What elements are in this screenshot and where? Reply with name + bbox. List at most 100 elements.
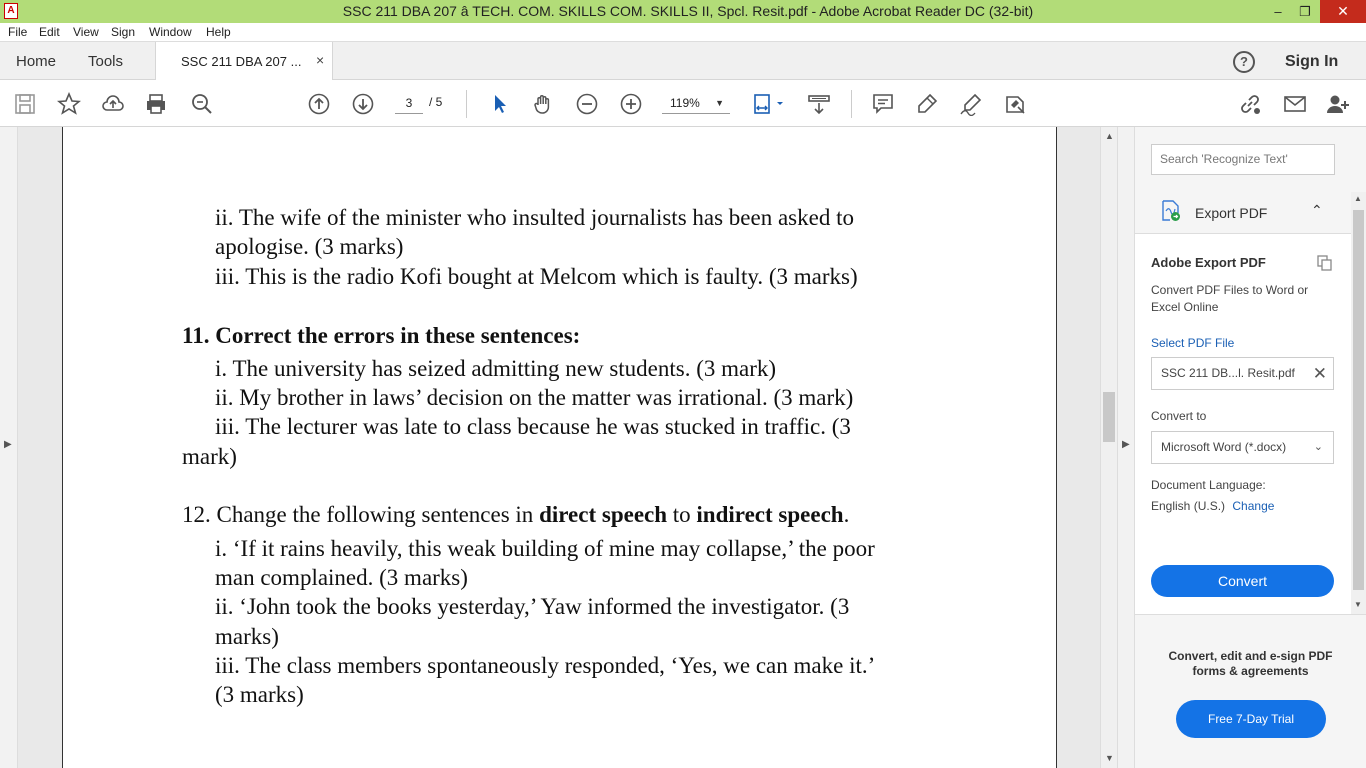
more-tools-icon[interactable]	[1003, 92, 1027, 116]
menu-help[interactable]: Help	[206, 25, 231, 39]
doc-line-12-ii-cont: marks)	[215, 624, 279, 649]
expand-left-pane-icon[interactable]: ▶	[4, 439, 12, 450]
toolbar-divider	[851, 90, 852, 118]
zoom-level-value: 119%	[670, 96, 700, 110]
export-pdf-header[interactable]: Export PDF ⌃	[1135, 192, 1351, 234]
free-trial-button[interactable]: Free 7-Day Trial	[1176, 700, 1326, 738]
print-icon[interactable]	[144, 92, 168, 116]
document-language-value: English (U.S.)	[1151, 499, 1226, 513]
toolbar-divider	[466, 90, 467, 118]
doc-heading-12: 12. Change the following sentences in di…	[182, 502, 849, 528]
right-tools-pane: Search 'Recognize Text' Export PDF ⌃ Ado…	[1135, 127, 1366, 768]
document-viewport[interactable]: ii. The wife of the minister who insulte…	[18, 127, 1100, 768]
zoom-search-icon[interactable]	[190, 92, 214, 116]
menu-file[interactable]: File	[8, 25, 27, 39]
title-bar: A SSC 211 DBA 207 â TECH. COM. SKILLS CO…	[0, 0, 1366, 23]
restore-button[interactable]: ❐	[1292, 0, 1318, 23]
adobe-export-pdf-description: Convert PDF Files to Word or Excel Onlin…	[1151, 283, 1309, 314]
convert-format-value: Microsoft Word (*.docx)	[1161, 440, 1287, 454]
convert-to-label: Convert to	[1151, 409, 1207, 423]
adobe-export-pdf-title: Adobe Export PDF	[1151, 255, 1266, 270]
add-user-icon[interactable]	[1326, 92, 1350, 116]
page-total: / 5	[429, 95, 443, 109]
collapse-right-pane-icon[interactable]: ▶	[1122, 439, 1130, 450]
tab-home[interactable]: Home	[16, 53, 56, 70]
clear-file-icon[interactable]: ✕	[1313, 358, 1327, 389]
next-page-icon[interactable]	[351, 92, 375, 116]
doc-heading-12-direct: direct speech	[539, 502, 668, 527]
tab-document[interactable]: SSC 211 DBA 207 ... ×	[155, 42, 333, 80]
share-link-icon[interactable]	[1238, 92, 1262, 116]
tab-tools[interactable]: Tools	[88, 53, 123, 70]
doc-line-12-iii: iii. The class members spontaneously res…	[215, 653, 876, 678]
save-icon[interactable]	[13, 92, 37, 116]
zoom-level-select[interactable]: 119% ▼	[662, 92, 730, 114]
doc-line-12-i-cont: man complained. (3 marks)	[215, 565, 468, 590]
bookmark-star-icon[interactable]	[57, 92, 81, 116]
menu-edit[interactable]: Edit	[39, 25, 60, 39]
selected-file-name: SSC 211 DB...l. Resit.pdf	[1161, 366, 1295, 380]
promo-panel: Convert, edit and e-sign PDF forms & agr…	[1135, 614, 1366, 768]
document-scrollbar[interactable]: ▲ ▼	[1100, 127, 1117, 768]
scroll-down-icon[interactable]: ▼	[1105, 753, 1114, 763]
promo-text: Convert, edit and e-sign PDF forms & agr…	[1168, 649, 1333, 678]
cloud-upload-icon[interactable]	[101, 92, 125, 116]
minimize-button[interactable]: –	[1264, 0, 1292, 23]
pdf-page: ii. The wife of the minister who insulte…	[62, 127, 1057, 768]
chevron-down-icon: ▼	[715, 98, 724, 108]
pane-scrollbar-thumb[interactable]	[1353, 210, 1364, 590]
recognize-text-search-input[interactable]: Search 'Recognize Text'	[1151, 144, 1335, 175]
doc-heading-11: 11. Correct the errors in these sentence…	[182, 323, 581, 348]
doc-line-10-ii: ii. The wife of the minister who insulte…	[215, 205, 854, 230]
menu-view[interactable]: View	[73, 25, 99, 39]
doc-line-11-ii: ii. My brother in laws’ decision on the …	[215, 385, 854, 410]
selected-file-field[interactable]: SSC 211 DB...l. Resit.pdf ✕	[1151, 357, 1334, 390]
doc-line-11-iii-cont: mark)	[182, 444, 237, 469]
doc-heading-12-c: to	[667, 502, 697, 527]
copy-icon[interactable]	[1317, 255, 1333, 271]
doc-heading-12-indirect: indirect speech	[696, 502, 844, 527]
window-title: SSC 211 DBA 207 â TECH. COM. SKILLS COM.…	[342, 3, 1034, 19]
close-button[interactable]: ✕	[1320, 0, 1366, 23]
tab-document-label: SSC 211 DBA 207 ...	[181, 54, 302, 69]
export-pdf-label: Export PDF	[1195, 205, 1268, 221]
previous-page-icon[interactable]	[307, 92, 331, 116]
scroll-up-icon[interactable]: ▲	[1105, 131, 1114, 141]
sign-in-link[interactable]: Sign In	[1285, 53, 1338, 71]
chevron-down-icon: ⌄	[1313, 441, 1323, 453]
convert-button[interactable]: Convert	[1151, 565, 1334, 597]
right-pane-toggle[interactable]: ▶	[1117, 127, 1135, 768]
doc-heading-12-e: .	[843, 502, 850, 527]
scrollbar-thumb[interactable]	[1103, 392, 1115, 442]
zoom-out-icon[interactable]	[575, 92, 599, 116]
page-number-input[interactable]: 3	[395, 92, 423, 114]
menu-sign[interactable]: Sign	[111, 25, 135, 39]
pane-scroll-up-icon[interactable]: ▲	[1354, 194, 1362, 203]
doc-line-11-i: i. The university has seized admitting n…	[215, 356, 777, 381]
select-cursor-icon[interactable]	[488, 92, 512, 116]
fit-page-icon[interactable]	[752, 92, 786, 116]
convert-format-select[interactable]: Microsoft Word (*.docx) ⌄	[1151, 431, 1334, 464]
document-language-row: English (U.S.) Change	[1151, 499, 1274, 513]
export-pdf-icon	[1162, 200, 1180, 221]
tab-bar: Home Tools SSC 211 DBA 207 ... × ? Sign …	[0, 42, 1366, 80]
email-icon[interactable]	[1283, 92, 1307, 116]
menu-bar: File Edit View Sign Window Help	[0, 23, 1366, 42]
zoom-in-icon[interactable]	[619, 92, 643, 116]
pane-scroll-down-icon[interactable]: ▼	[1354, 600, 1362, 609]
scrolling-mode-icon[interactable]	[807, 92, 831, 116]
chevron-up-icon[interactable]: ⌃	[1311, 202, 1323, 219]
tab-close-icon[interactable]: ×	[316, 52, 324, 68]
comment-icon[interactable]	[871, 92, 895, 116]
toolbar: 3 / 5 119% ▼	[0, 80, 1366, 127]
fill-sign-icon[interactable]	[959, 92, 983, 116]
left-nav-pane-toggle[interactable]: ▶	[0, 127, 18, 768]
change-language-link[interactable]: Change	[1232, 499, 1274, 513]
doc-line-10-ii-cont: apologise. (3 marks)	[215, 234, 404, 259]
help-icon[interactable]: ?	[1233, 51, 1255, 73]
highlight-pen-icon[interactable]	[915, 92, 939, 116]
menu-window[interactable]: Window	[149, 25, 192, 39]
hand-tool-icon[interactable]	[531, 92, 555, 116]
select-pdf-file-link[interactable]: Select PDF File	[1151, 336, 1234, 350]
pane-scrollbar[interactable]: ▲ ▼	[1351, 192, 1366, 614]
